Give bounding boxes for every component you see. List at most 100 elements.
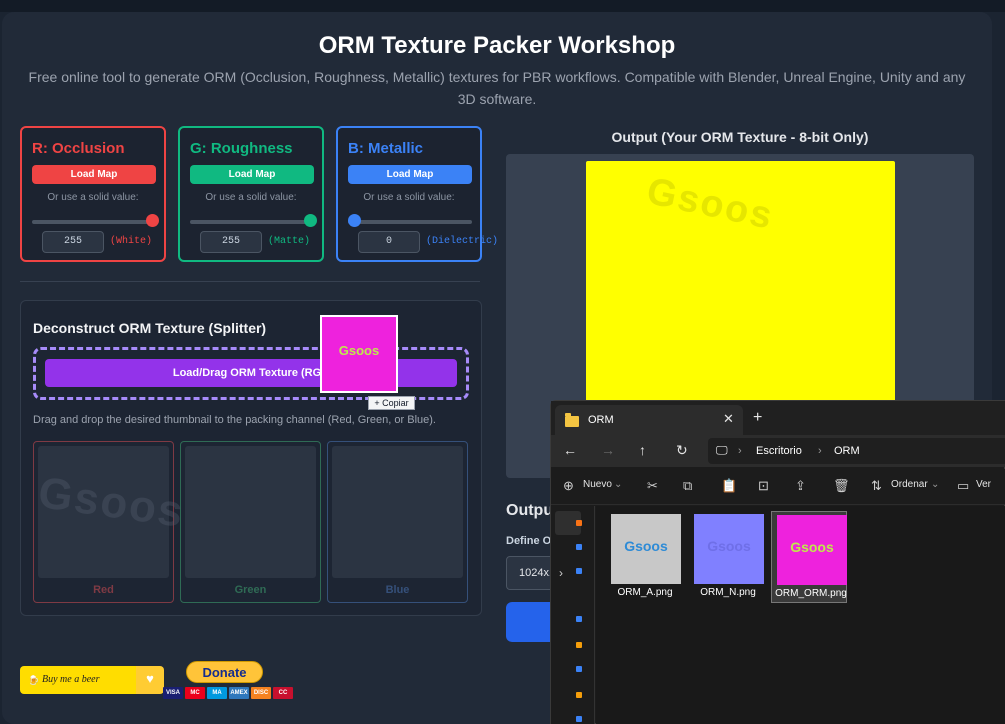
heart-icon: ♥ [136, 666, 164, 694]
thumbnail-watermark: Gsoos [338, 343, 380, 358]
generate-button[interactable] [506, 602, 556, 642]
maestro-icon: MA [207, 687, 227, 699]
new-tab-button[interactable]: + [753, 409, 762, 427]
forward-arrow-icon[interactable]: → [601, 442, 615, 458]
output-texture-preview: Gsoos [586, 161, 895, 411]
mastercard-icon: MC [185, 687, 205, 699]
computer-icon: 🖵 [716, 443, 728, 457]
copy-tooltip: + Copiar [368, 396, 415, 410]
bmc-label: Buy me a beer [42, 674, 100, 685]
slot-label: Green [234, 584, 267, 596]
slot-thumbnail [332, 446, 463, 578]
credit-card-icon: CC [273, 687, 293, 699]
value-slider-track[interactable] [190, 220, 314, 224]
address-bar[interactable]: 🖵 › Escritorio › ORM [708, 438, 1005, 464]
channel-title: B: Metallic [348, 140, 424, 157]
visa-card-icon: VISA [163, 687, 183, 699]
refresh-icon[interactable]: ↻ [676, 442, 688, 459]
chevron-down-icon[interactable]: ⌄ [931, 479, 939, 490]
rename-icon[interactable]: ⊡ [758, 478, 769, 494]
top-strip [0, 0, 1005, 12]
new-button[interactable]: Nuevo [583, 479, 612, 490]
breadcrumb-escritorio[interactable]: Escritorio [756, 445, 802, 457]
sidebar-icon[interactable] [576, 642, 582, 648]
value-description: (White) [110, 236, 153, 247]
load-map-button[interactable]: Load Map [348, 165, 472, 184]
view-icon[interactable]: ▭ [957, 478, 969, 494]
slot-thumbnail [185, 446, 316, 578]
sidebar-icon[interactable] [576, 692, 582, 698]
chevron-right-icon: › [738, 445, 742, 457]
define-output-label: Define O [506, 535, 552, 547]
amex-icon: AMEX [229, 687, 249, 699]
folder-icon [565, 413, 579, 427]
copy-icon[interactable]: ⧉ [683, 478, 692, 494]
file-item-orm-a[interactable]: Gsoos ORM_A.png [606, 511, 682, 603]
dragged-thumbnail[interactable]: Gsoos [320, 315, 398, 393]
solid-value-label: Or use a solid value: [363, 192, 455, 203]
page-title: ORM Texture Packer Workshop [318, 32, 676, 59]
paste-icon[interactable]: 📋 [721, 478, 737, 494]
file-item-orm-orm[interactable]: Gsoos ORM_ORM.png [771, 511, 847, 603]
cut-icon[interactable]: ✂ [647, 478, 658, 494]
discover-icon: DISC [251, 687, 271, 699]
file-thumbnail: Gsoos [694, 514, 764, 584]
explorer-sidebar: › [551, 506, 595, 724]
sidebar-icon[interactable] [576, 716, 582, 722]
plus-circle-icon[interactable]: ⊕ [563, 478, 574, 494]
value-slider-track[interactable] [32, 220, 156, 224]
file-item-orm-n[interactable]: Gsoos ORM_N.png [689, 511, 765, 603]
value-input[interactable]: 255 [200, 231, 262, 253]
value-slider-knob[interactable] [146, 214, 159, 227]
view-button[interactable]: Ver [976, 479, 991, 490]
sidebar-icon[interactable] [576, 520, 582, 526]
solid-value-label: Or use a solid value: [47, 192, 139, 203]
sidebar-icon[interactable] [576, 666, 582, 672]
donate-button[interactable]: Donate [186, 661, 263, 683]
up-arrow-icon[interactable]: ↑ [639, 442, 646, 458]
explorer-toolbar: ⊕ Nuevo ⌄ ✂ ⧉ 📋 ⊡ ⇪ 🗑 ⇅ Ordenar ⌄ ▭ Ver [551, 469, 1005, 505]
channel-card-metallic: B: Metallic Load Map Or use a solid valu… [336, 126, 498, 262]
close-icon[interactable]: ✕ [723, 411, 734, 427]
back-arrow-icon[interactable]: ← [563, 442, 577, 458]
output-title: Output (Your ORM Texture - 8-bit Only) [611, 129, 869, 145]
thumbnail-watermark: Gsoos [624, 538, 668, 554]
sort-icon[interactable]: ⇅ [871, 478, 882, 494]
buy-me-a-beer-button[interactable]: 🍺 Buy me a beer ♥ [20, 666, 164, 694]
value-input[interactable]: 255 [42, 231, 104, 253]
share-icon[interactable]: ⇪ [795, 478, 806, 494]
file-name: ORM_N.png [700, 587, 756, 598]
chevron-right-icon[interactable]: › [559, 566, 563, 580]
value-description: (Dielectric) [426, 236, 499, 247]
delete-icon[interactable]: 🗑 [833, 478, 850, 494]
chevron-right-icon: › [818, 445, 822, 457]
explorer-tab-bar: ORM ✕ + [551, 401, 1005, 435]
chevron-down-icon[interactable]: ⌄ [614, 479, 622, 490]
sidebar-icon[interactable] [576, 616, 582, 622]
resolution-select[interactable]: 1024x1 [506, 556, 556, 590]
page-subtitle: Free online tool to generate ORM (Occlus… [28, 69, 966, 107]
channel-card-roughness: G: Roughness Load Map Or use a solid val… [178, 126, 324, 262]
channel-card-occlusion: R: Occlusion Load Map Or use a solid val… [20, 126, 166, 262]
output-watermark: Gsoos [643, 170, 778, 238]
output-settings-title: Outpu [506, 502, 554, 519]
blue-channel-slot[interactable]: Blue [327, 441, 468, 603]
breadcrumb-orm[interactable]: ORM [834, 445, 860, 457]
green-channel-slot[interactable]: Green [180, 441, 321, 603]
value-slider-knob[interactable] [304, 214, 317, 227]
thumbnail-watermark: Gsoos [707, 538, 751, 554]
channel-title: G: Roughness [190, 140, 293, 157]
load-map-button[interactable]: Load Map [32, 165, 156, 184]
value-input[interactable]: 0 [358, 231, 420, 253]
value-slider-knob[interactable] [348, 214, 361, 227]
load-map-button[interactable]: Load Map [190, 165, 314, 184]
file-name: ORM_A.png [617, 587, 673, 598]
explorer-tab[interactable]: ORM ✕ [555, 405, 743, 435]
sidebar-icon[interactable] [576, 568, 582, 574]
slot-label: Blue [385, 584, 410, 596]
file-thumbnail: Gsoos [777, 515, 847, 585]
sort-button[interactable]: Ordenar [891, 479, 928, 490]
file-name: ORM_ORM.png [775, 588, 847, 599]
sidebar-icon[interactable] [576, 544, 582, 550]
value-slider-track[interactable] [348, 220, 472, 224]
